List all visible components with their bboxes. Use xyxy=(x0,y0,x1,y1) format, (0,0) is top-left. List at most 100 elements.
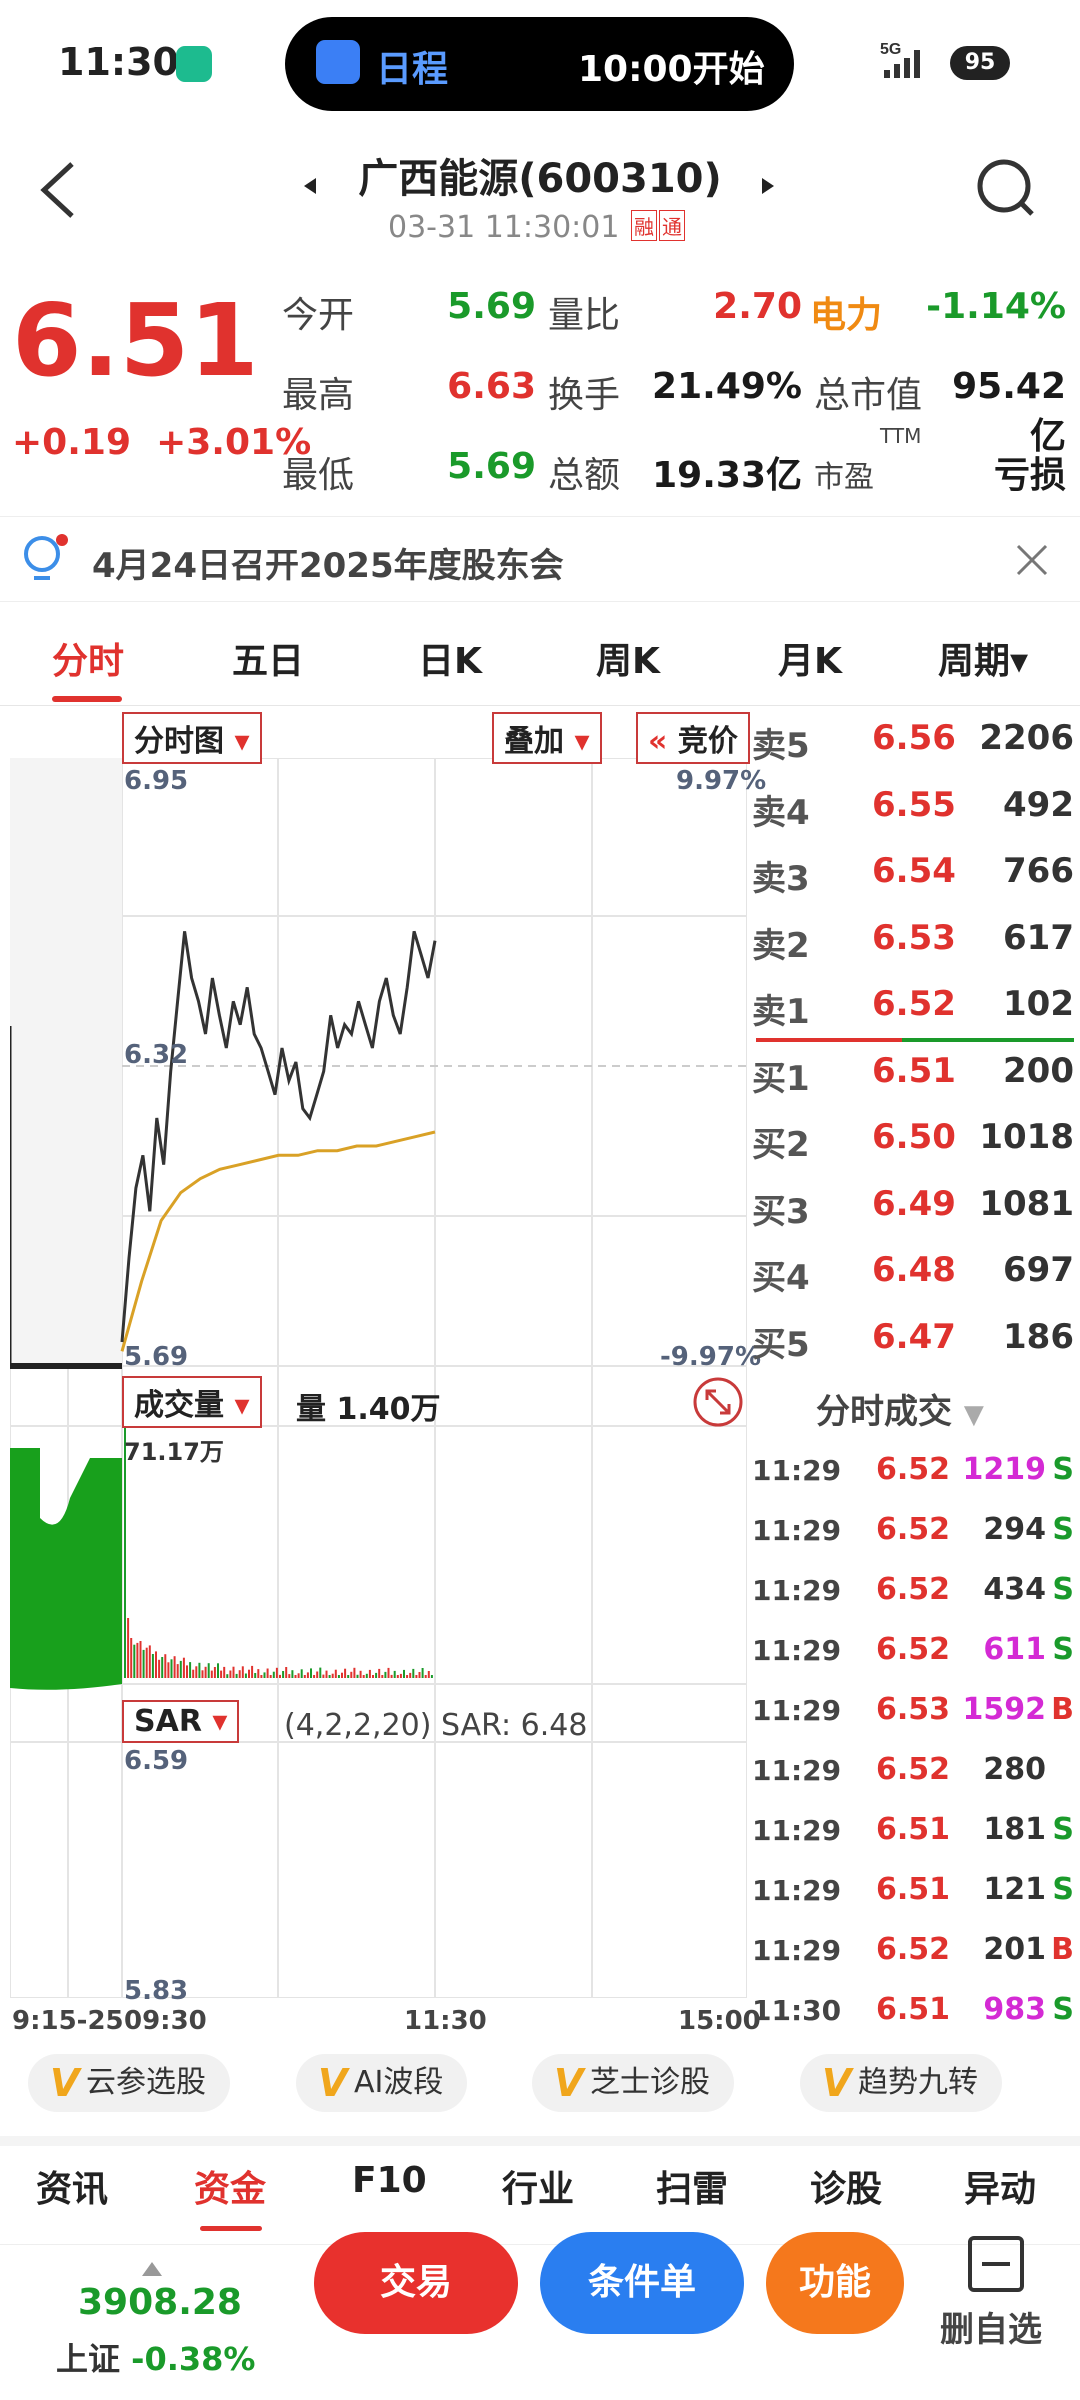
trade-side: S xyxy=(1052,1632,1074,1667)
volume-bar xyxy=(347,1675,350,1678)
volume-bar xyxy=(316,1671,319,1678)
tab-news[interactable]: 资讯 xyxy=(36,2160,108,2212)
trade-volume: 181 xyxy=(983,1812,1046,1847)
volume-bar xyxy=(288,1674,291,1678)
trade-row: 11:29 6.51 181 S xyxy=(752,1802,1080,1862)
amount-value: 19.33亿 xyxy=(652,455,802,496)
tab-funds[interactable]: 资金 xyxy=(194,2160,266,2212)
tab-weekly-k[interactable]: 周K xyxy=(596,632,660,684)
trade-row: 11:29 6.52 201 B xyxy=(752,1922,1080,1982)
tab-unusual[interactable]: 异动 xyxy=(964,2160,1036,2212)
overlay-select[interactable]: 叠加 ▾ xyxy=(492,712,602,764)
ask-row[interactable]: 卖1 6.52 102 xyxy=(752,974,1080,1040)
high-value: 6.63 xyxy=(447,366,536,407)
trade-volume: 201 xyxy=(983,1932,1046,1967)
ask-row[interactable]: 卖3 6.54 766 xyxy=(752,841,1080,907)
trade-price: 6.53 xyxy=(876,1692,951,1727)
tab-f10[interactable]: F10 xyxy=(352,2160,427,2201)
volume-bar xyxy=(210,1670,213,1678)
volume-bar xyxy=(393,1670,396,1678)
auction-button[interactable]: « 竞价 xyxy=(636,712,750,764)
book-price: 6.48 xyxy=(872,1250,956,1290)
volume-indicator-select[interactable]: 成交量 ▾ xyxy=(122,1376,262,1428)
volume-bar xyxy=(412,1668,415,1678)
expand-icon[interactable] xyxy=(692,1376,744,1428)
spread-bar-green xyxy=(902,1038,1074,1042)
ask-row[interactable]: 卖5 6.56 2206 xyxy=(752,708,1080,774)
trades-title[interactable]: 分时成交 ▼ xyxy=(816,1384,984,1433)
volume-bar xyxy=(319,1667,322,1678)
trade-volume: 121 xyxy=(983,1872,1046,1907)
tab-diagnose[interactable]: 诊股 xyxy=(810,2160,882,2212)
trade-price: 6.52 xyxy=(876,1632,951,1667)
chip-ai-band[interactable]: V AI波段 xyxy=(296,2054,468,2112)
x-label-close: 15:00 xyxy=(678,2006,761,2036)
intraday-chart[interactable] xyxy=(10,758,747,1998)
trade-side: B xyxy=(1051,1692,1074,1727)
next-stock-icon[interactable] xyxy=(760,176,776,196)
chip-trend-nine[interactable]: V 趋势九转 xyxy=(800,2054,1002,2112)
volume-bar xyxy=(164,1654,167,1678)
tab-period[interactable]: 周期▾ xyxy=(938,632,1028,684)
volume-bar xyxy=(291,1670,294,1678)
vol-ratio-label: 量比 xyxy=(548,295,621,336)
bid-row[interactable]: 买5 6.47 186 xyxy=(752,1307,1080,1373)
trade-button[interactable]: 交易 xyxy=(314,2232,518,2334)
volume-bar xyxy=(285,1667,288,1678)
tab-risk-scan[interactable]: 扫雷 xyxy=(656,2160,728,2212)
book-volume: 1018 xyxy=(979,1117,1074,1157)
volume-bar xyxy=(353,1667,356,1678)
search-icon[interactable] xyxy=(974,156,1038,220)
divider xyxy=(0,2136,1080,2146)
chart-tabs xyxy=(0,600,1080,706)
tab-intraday[interactable]: 分时 xyxy=(52,632,124,684)
index-line[interactable]: 上证 -0.38% xyxy=(56,2334,255,2380)
bid-row[interactable]: 买1 6.51 200 xyxy=(752,1041,1080,1107)
trade-time: 11:29 xyxy=(752,1634,842,1667)
sector-name[interactable]: 电力 xyxy=(810,286,882,338)
bid-row[interactable]: 买2 6.50 1018 xyxy=(752,1107,1080,1173)
connect-tag: 通 xyxy=(659,210,685,241)
volume-bar xyxy=(427,1671,430,1678)
volume-bar xyxy=(176,1664,179,1678)
tab-daily-k[interactable]: 日K xyxy=(418,632,482,684)
remove-watchlist-label[interactable]: 删自选 xyxy=(940,2302,1042,2351)
volume-bar xyxy=(161,1657,164,1678)
volume-bar xyxy=(241,1666,244,1678)
remove-watchlist-icon[interactable] xyxy=(966,2234,1026,2294)
chip-yuncan[interactable]: V 云参选股 xyxy=(28,2054,230,2112)
volume-bar xyxy=(430,1675,433,1678)
ask-row[interactable]: 卖4 6.55 492 xyxy=(752,775,1080,841)
volume-bar xyxy=(248,1669,250,1678)
tab-five-day[interactable]: 五日 xyxy=(232,632,304,684)
close-icon[interactable] xyxy=(1014,542,1050,578)
chart-mode-select[interactable]: 分时图 ▾ xyxy=(122,712,262,764)
tab-monthly-k[interactable]: 月K xyxy=(778,632,842,684)
trade-row: 11:29 6.52 280 xyxy=(752,1742,1080,1802)
book-level-label: 卖3 xyxy=(752,859,810,899)
volume-bar xyxy=(310,1668,312,1678)
volume-bar xyxy=(244,1673,247,1678)
bid-row[interactable]: 买4 6.48 697 xyxy=(752,1240,1080,1306)
book-level-label: 卖1 xyxy=(752,992,810,1032)
volume-bar xyxy=(418,1672,421,1678)
book-price: 6.53 xyxy=(872,917,956,958)
x-label-noon: 11:30 xyxy=(404,2006,487,2036)
condition-order-button[interactable]: 条件单 xyxy=(540,2232,744,2334)
sar-indicator-select[interactable]: SAR ▾ xyxy=(122,1700,240,1743)
trade-time: 11:29 xyxy=(752,1694,842,1727)
tab-industry[interactable]: 行业 xyxy=(502,2160,574,2212)
volume-bar xyxy=(331,1673,334,1678)
pct-bottom-label: -9.97% xyxy=(660,1342,761,1372)
auction-volume-area xyxy=(10,1448,122,1738)
ask-row[interactable]: 卖2 6.53 617 xyxy=(752,908,1080,974)
function-button[interactable]: 功能 xyxy=(766,2232,904,2334)
trade-price: 6.51 xyxy=(876,1812,951,1847)
bid-row[interactable]: 买3 6.49 1081 xyxy=(752,1174,1080,1240)
index-value[interactable]: 3908.28 xyxy=(78,2282,242,2323)
trade-row: 11:29 6.51 121 S xyxy=(752,1862,1080,1922)
volume-bar xyxy=(359,1670,362,1678)
trade-side: S xyxy=(1052,1452,1074,1487)
chip-cheese[interactable]: V 芝士诊股 xyxy=(532,2054,734,2112)
book-volume: 697 xyxy=(1003,1250,1074,1290)
